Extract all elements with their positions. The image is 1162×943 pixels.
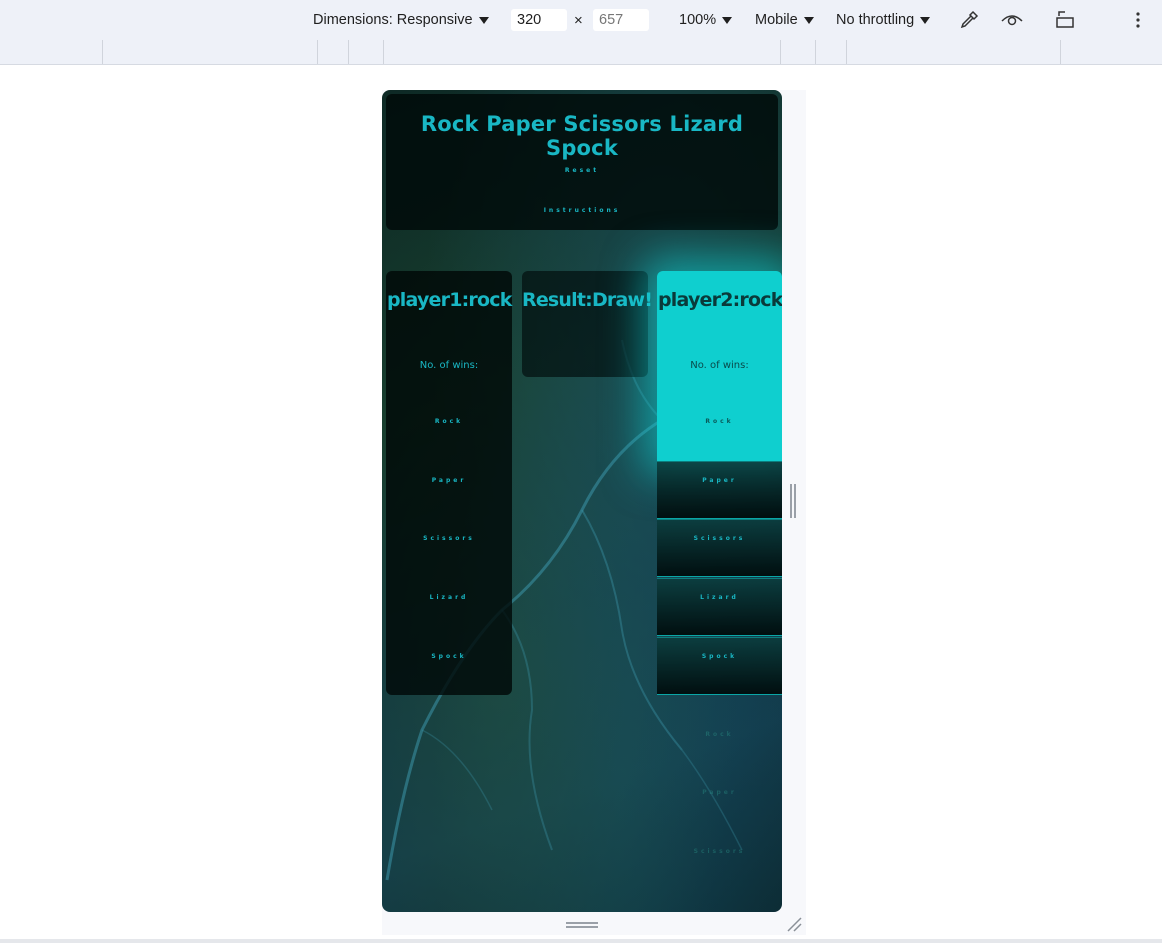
player1-paper-button[interactable]: Paper (386, 477, 512, 484)
player2-heading: player2:rock (658, 289, 782, 311)
width-input[interactable]: 320 (511, 9, 567, 31)
throttling-label: No throttling (836, 12, 915, 28)
device-dropdown[interactable]: Mobile (755, 0, 814, 40)
player2-lizard-button[interactable]: Lizard (657, 594, 782, 601)
player1-wins: No. of wins: (419, 360, 479, 371)
player1-scissors-button[interactable]: Scissors (386, 535, 512, 542)
faint-paper-option: Paper (702, 789, 737, 796)
player2-wins: No. of wins: (690, 360, 749, 371)
player2-scissors-tile (657, 519, 782, 577)
player2-spock-button[interactable]: Spock (657, 653, 782, 660)
eyedropper-icon[interactable] (958, 0, 980, 40)
devtools-toolbar: Dimensions: Responsive 320 × 657 100% Mo… (0, 0, 1162, 40)
faint-rock-option: Rock (705, 731, 734, 738)
media-query-ruler (0, 40, 1162, 65)
caret-down-icon (920, 16, 931, 24)
caret-down-icon (803, 16, 814, 24)
zoom-label: 100% (679, 12, 717, 28)
player1-spock-button[interactable]: Spock (386, 653, 512, 660)
throttling-dropdown[interactable]: No throttling (836, 0, 931, 40)
eye-icon[interactable] (1000, 0, 1024, 40)
player1-lizard-button[interactable]: Lizard (386, 594, 512, 601)
player2-paper-button[interactable]: Paper (657, 477, 782, 484)
player2-spock-tile (657, 637, 782, 695)
more-vert-icon[interactable] (1130, 0, 1146, 40)
player2-paper-tile (657, 461, 782, 519)
result-panel (522, 271, 648, 377)
instructions-button[interactable]: Instructions (382, 207, 782, 214)
result-heading: Result:Draw! (522, 289, 653, 311)
dimensions-dropdown[interactable]: Dimensions: Responsive (313, 0, 489, 40)
reset-button[interactable]: Reset (382, 167, 782, 174)
bottom-scrollbar[interactable] (0, 939, 1162, 943)
page-title: Rock Paper Scissors Lizard Spock (420, 112, 744, 160)
player1-heading: player1:rock (387, 289, 512, 311)
faint-scissors-option: Scissors (693, 848, 746, 855)
player2-scissors-button[interactable]: Scissors (657, 535, 782, 542)
corner-resize-icon[interactable] (786, 916, 802, 932)
device-label: Mobile (755, 12, 798, 28)
player1-rock-button[interactable]: Rock (386, 418, 512, 425)
dimensions-label: Dimensions: Responsive (313, 12, 473, 28)
caret-down-icon (478, 16, 489, 24)
times-sign: × (574, 11, 583, 29)
rotate-icon[interactable] (1054, 0, 1078, 40)
height-resize-handle[interactable] (566, 922, 598, 928)
caret-down-icon (722, 16, 733, 24)
zoom-dropdown[interactable]: 100% (679, 0, 733, 40)
height-input[interactable]: 657 (593, 9, 649, 31)
width-resize-handle[interactable] (790, 484, 796, 518)
player2-lizard-tile (657, 578, 782, 636)
mobile-page: Rock Paper Scissors Lizard Spock Reset I… (382, 90, 782, 912)
player2-rock-button[interactable]: Rock (657, 418, 782, 425)
